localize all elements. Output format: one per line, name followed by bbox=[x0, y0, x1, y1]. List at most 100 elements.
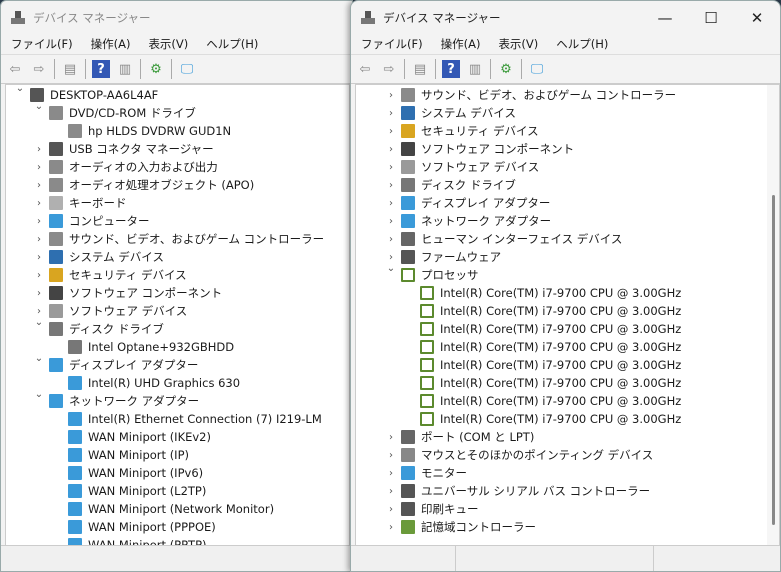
maximize-button[interactable]: ☐ bbox=[688, 1, 734, 34]
chevron-right-icon[interactable]: › bbox=[33, 252, 45, 263]
menu-help[interactable]: ヘルプ(H) bbox=[556, 36, 608, 52]
tree-item[interactable]: WAN Miniport (PPPOE) bbox=[6, 518, 349, 536]
show-hide-action-pane-icon[interactable]: ▥ bbox=[116, 60, 134, 78]
chevron-right-icon[interactable]: › bbox=[385, 252, 397, 263]
tree-item[interactable]: › ヒューマン インターフェイス デバイス bbox=[356, 230, 779, 248]
chevron-right-icon[interactable]: › bbox=[385, 468, 397, 479]
show-hide-console-tree-icon[interactable]: ▤ bbox=[61, 60, 79, 78]
tree-item[interactable]: WAN Miniport (IP) bbox=[6, 446, 349, 464]
chevron-right-icon[interactable]: › bbox=[385, 108, 397, 119]
chevron-right-icon[interactable]: › bbox=[385, 450, 397, 461]
tree-item[interactable]: › ファームウェア bbox=[356, 248, 779, 266]
chevron-right-icon[interactable]: › bbox=[385, 162, 397, 173]
tree-item[interactable]: › キーボード bbox=[6, 194, 349, 212]
tree-item[interactable]: WAN Miniport (IPv6) bbox=[6, 464, 349, 482]
scrollbar-thumb[interactable] bbox=[772, 195, 775, 525]
tree-item[interactable]: ⌄ プロセッサ bbox=[356, 263, 779, 284]
chevron-right-icon[interactable]: › bbox=[33, 162, 45, 173]
chevron-down-icon[interactable]: ⌄ bbox=[33, 101, 45, 112]
tree-item[interactable]: › ディスプレイ アダプター bbox=[356, 194, 779, 212]
tree-item[interactable]: Intel(R) Core(TM) i7-9700 CPU @ 3.00GHz bbox=[356, 392, 779, 410]
tree-item[interactable]: Intel(R) Core(TM) i7-9700 CPU @ 3.00GHz bbox=[356, 284, 779, 302]
menu-action[interactable]: 操作(A) bbox=[91, 36, 131, 52]
menu-view[interactable]: 表示(V) bbox=[148, 36, 188, 52]
tree-item[interactable]: › ポート (COM と LPT) bbox=[356, 428, 779, 446]
vertical-scrollbar[interactable] bbox=[767, 85, 779, 545]
tree-item[interactable]: Intel Optane+932GBHDD bbox=[6, 338, 349, 356]
tree-item[interactable]: Intel(R) Core(TM) i7-9700 CPU @ 3.00GHz bbox=[356, 374, 779, 392]
chevron-right-icon[interactable]: › bbox=[385, 234, 397, 245]
tree-item[interactable]: › USB コネクタ マネージャー bbox=[6, 140, 349, 158]
tree-item[interactable]: ⌄ ディスプレイ アダプター bbox=[6, 353, 349, 374]
close-button[interactable]: ✕ bbox=[734, 1, 780, 34]
chevron-right-icon[interactable]: › bbox=[385, 432, 397, 443]
help-icon[interactable]: ? bbox=[442, 60, 460, 78]
tree-item[interactable]: › ソフトウェア コンポーネント bbox=[6, 284, 349, 302]
tree-item[interactable]: › セキュリティ デバイス bbox=[6, 266, 349, 284]
tree-item[interactable]: Intel(R) Core(TM) i7-9700 CPU @ 3.00GHz bbox=[356, 302, 779, 320]
menu-help[interactable]: ヘルプ(H) bbox=[206, 36, 258, 52]
tree-item[interactable]: › セキュリティ デバイス bbox=[356, 122, 779, 140]
tree-item[interactable]: › オーディオの入力および出力 bbox=[6, 158, 349, 176]
chevron-right-icon[interactable]: › bbox=[385, 486, 397, 497]
chevron-down-icon[interactable]: ⌄ bbox=[14, 85, 26, 94]
tree-item[interactable]: › サウンド、ビデオ、およびゲーム コントローラー bbox=[6, 230, 349, 248]
tree-item[interactable]: › ソフトウェア デバイス bbox=[356, 158, 779, 176]
tree-item[interactable]: › システム デバイス bbox=[6, 248, 349, 266]
back-icon[interactable]: ⇦ bbox=[356, 60, 374, 78]
chevron-right-icon[interactable]: › bbox=[385, 504, 397, 515]
chevron-down-icon[interactable]: ⌄ bbox=[33, 389, 45, 400]
chevron-right-icon[interactable]: › bbox=[33, 216, 45, 227]
menu-file[interactable]: ファイル(F) bbox=[11, 36, 73, 52]
tree-item[interactable]: ⌄ ネットワーク アダプター bbox=[6, 389, 349, 410]
menu-file[interactable]: ファイル(F) bbox=[361, 36, 423, 52]
show-hide-console-tree-icon[interactable]: ▤ bbox=[411, 60, 429, 78]
update-driver-icon[interactable]: ⚙ bbox=[497, 60, 515, 78]
chevron-right-icon[interactable]: › bbox=[385, 126, 397, 137]
tree-item[interactable]: › ネットワーク アダプター bbox=[356, 212, 779, 230]
back-icon[interactable]: ⇦ bbox=[6, 60, 24, 78]
tree-item[interactable]: WAN Miniport (L2TP) bbox=[6, 482, 349, 500]
tree-item[interactable]: › 印刷キュー bbox=[356, 500, 779, 518]
tree-item[interactable]: › マウスとそのほかのポインティング デバイス bbox=[356, 446, 779, 464]
tree-item[interactable]: WAN Miniport (Network Monitor) bbox=[6, 500, 349, 518]
chevron-right-icon[interactable]: › bbox=[33, 198, 45, 209]
tree-item[interactable]: Intel(R) Ethernet Connection (7) I219-LM bbox=[6, 410, 349, 428]
chevron-right-icon[interactable]: › bbox=[385, 144, 397, 155]
tree-item[interactable]: › コンピューター bbox=[6, 212, 349, 230]
tree-item[interactable]: › ユニバーサル シリアル バス コントローラー bbox=[356, 482, 779, 500]
chevron-right-icon[interactable]: › bbox=[33, 180, 45, 191]
tree-item[interactable]: › モニター bbox=[356, 464, 779, 482]
tree-item[interactable]: Intel(R) Core(TM) i7-9700 CPU @ 3.00GHz bbox=[356, 356, 779, 374]
chevron-right-icon[interactable]: › bbox=[385, 198, 397, 209]
chevron-right-icon[interactable]: › bbox=[385, 522, 397, 533]
tree-item[interactable]: › ソフトウェア デバイス bbox=[6, 302, 349, 320]
chevron-right-icon[interactable]: › bbox=[33, 270, 45, 281]
menu-view[interactable]: 表示(V) bbox=[498, 36, 538, 52]
tree-item[interactable]: WAN Miniport (IKEv2) bbox=[6, 428, 349, 446]
scan-hardware-icon[interactable]: 🖵 bbox=[528, 60, 546, 78]
tree-item[interactable]: › ディスク ドライブ bbox=[356, 176, 779, 194]
chevron-right-icon[interactable]: › bbox=[33, 234, 45, 245]
menu-action[interactable]: 操作(A) bbox=[441, 36, 481, 52]
tree-item[interactable]: ⌄ ディスク ドライブ bbox=[6, 317, 349, 338]
chevron-right-icon[interactable]: › bbox=[33, 288, 45, 299]
tree-item[interactable]: › 記憶域コントローラー bbox=[356, 518, 779, 536]
chevron-right-icon[interactable]: › bbox=[385, 90, 397, 101]
tree-item[interactable]: › システム デバイス bbox=[356, 104, 779, 122]
minimize-button[interactable]: — bbox=[642, 1, 688, 34]
chevron-right-icon[interactable]: › bbox=[385, 216, 397, 227]
show-hide-action-pane-icon[interactable]: ▥ bbox=[466, 60, 484, 78]
help-icon[interactable]: ? bbox=[92, 60, 110, 78]
chevron-right-icon[interactable]: › bbox=[33, 306, 45, 317]
tree-item[interactable]: ⌄ DVD/CD-ROM ドライブ bbox=[6, 101, 349, 122]
forward-icon[interactable]: ⇨ bbox=[380, 60, 398, 78]
tree-item[interactable]: Intel(R) UHD Graphics 630 bbox=[6, 374, 349, 392]
scan-hardware-icon[interactable]: 🖵 bbox=[178, 60, 196, 78]
tree-item[interactable]: › サウンド、ビデオ、およびゲーム コントローラー bbox=[356, 86, 779, 104]
chevron-right-icon[interactable]: › bbox=[33, 144, 45, 155]
tree-item[interactable]: › オーディオ処理オブジェクト (APO) bbox=[6, 176, 349, 194]
chevron-down-icon[interactable]: ⌄ bbox=[33, 317, 45, 328]
tree-item[interactable]: Intel(R) Core(TM) i7-9700 CPU @ 3.00GHz bbox=[356, 338, 779, 356]
tree-item[interactable]: ⌄ DESKTOP-AA6L4AF bbox=[6, 85, 349, 104]
